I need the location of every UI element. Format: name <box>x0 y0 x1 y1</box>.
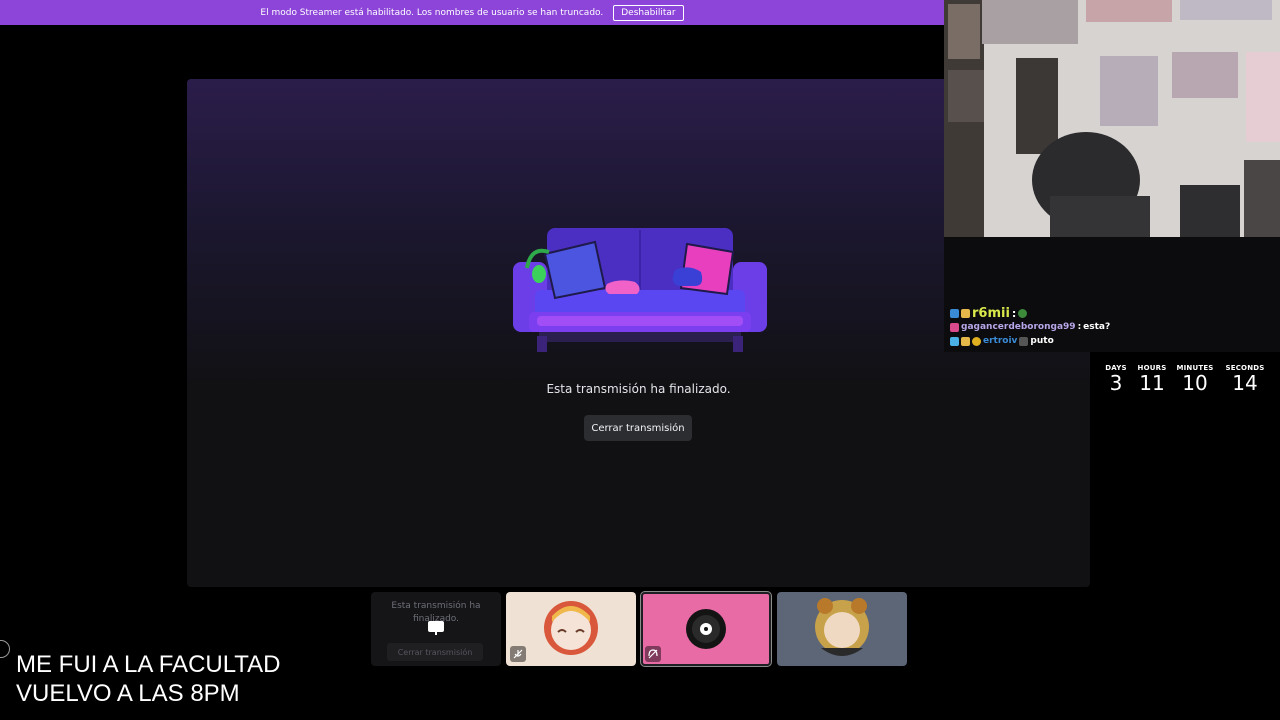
coin-icon <box>972 336 981 346</box>
tile-close-stream-button[interactable]: Cerrar transmisión <box>387 643 483 661</box>
countdown-seconds: SECONDS 14 <box>1220 364 1270 394</box>
countdown-value: 11 <box>1139 371 1165 395</box>
cube-badge-icon <box>950 336 959 346</box>
emote-icon <box>1019 336 1029 346</box>
couch-illustration <box>513 228 767 352</box>
countdown-value: 14 <box>1232 371 1258 395</box>
stream-ended-message: Esta transmisión ha finalizado. <box>546 382 731 396</box>
chat-username: gagancerdeboronga99 <box>961 322 1076 332</box>
chat-message: ertroiv puto <box>950 334 1190 348</box>
chat-text: puto <box>1030 336 1054 346</box>
crown-icon <box>961 336 970 346</box>
deafened-headset-icon <box>645 646 661 662</box>
offline-overlay-text: ME FUI A LA FACULTAD VUELVO A LAS 8PM <box>16 650 281 708</box>
chat-text: esta? <box>1083 322 1111 332</box>
screen-share-tile[interactable]: Esta transmisión ha finalizado. Cerrar t… <box>371 592 501 666</box>
chat-separator: : <box>1011 306 1017 320</box>
offline-line-2: VUELVO A LAS 8PM <box>16 680 240 707</box>
corner-indicator <box>0 640 10 658</box>
mod-badge-icon <box>950 308 959 318</box>
participant-avatar <box>815 598 869 656</box>
chat-username: r6mii <box>972 305 1010 321</box>
participant-tile[interactable] <box>506 592 636 666</box>
webcam-feed <box>944 0 1280 237</box>
countdown-timer: DAYS 3 HOURS 11 MINUTES 10 SECONDS 14 <box>1098 364 1270 394</box>
close-stream-button[interactable]: Cerrar transmisión <box>584 415 692 441</box>
participant-tile[interactable] <box>640 591 772 667</box>
participant-tile[interactable] <box>777 592 907 666</box>
countdown-minutes: MINUTES 10 <box>1170 364 1220 394</box>
webcam-overlay <box>944 0 1280 237</box>
offline-line-1: ME FUI A LA FACULTAD <box>16 651 281 678</box>
crown-icon <box>961 308 970 318</box>
streamer-mode-banner: El modo Streamer está habilitado. Los no… <box>0 0 944 25</box>
chat-message: r6mii : <box>950 305 1190 321</box>
monitor-icon <box>428 621 444 635</box>
emote-icon <box>1018 308 1028 318</box>
muted-mic-icon <box>510 646 526 662</box>
disable-streamer-mode-button[interactable]: Deshabilitar <box>613 4 684 21</box>
chat-overlay: r6mii : gagancerdeboronga99 : esta? ertr… <box>950 306 1190 348</box>
countdown-days: DAYS 3 <box>1098 364 1134 394</box>
chat-username: ertroiv <box>983 336 1018 346</box>
countdown-hours: HOURS 11 <box>1134 364 1170 394</box>
participant-avatar <box>686 609 726 649</box>
streamer-mode-message: El modo Streamer está habilitado. Los no… <box>260 7 604 18</box>
heart-badge-icon <box>950 322 959 332</box>
countdown-value: 10 <box>1182 371 1208 395</box>
chat-message: gagancerdeboronga99 : esta? <box>950 320 1190 334</box>
chat-separator: : <box>1077 322 1082 332</box>
countdown-value: 3 <box>1109 371 1123 395</box>
